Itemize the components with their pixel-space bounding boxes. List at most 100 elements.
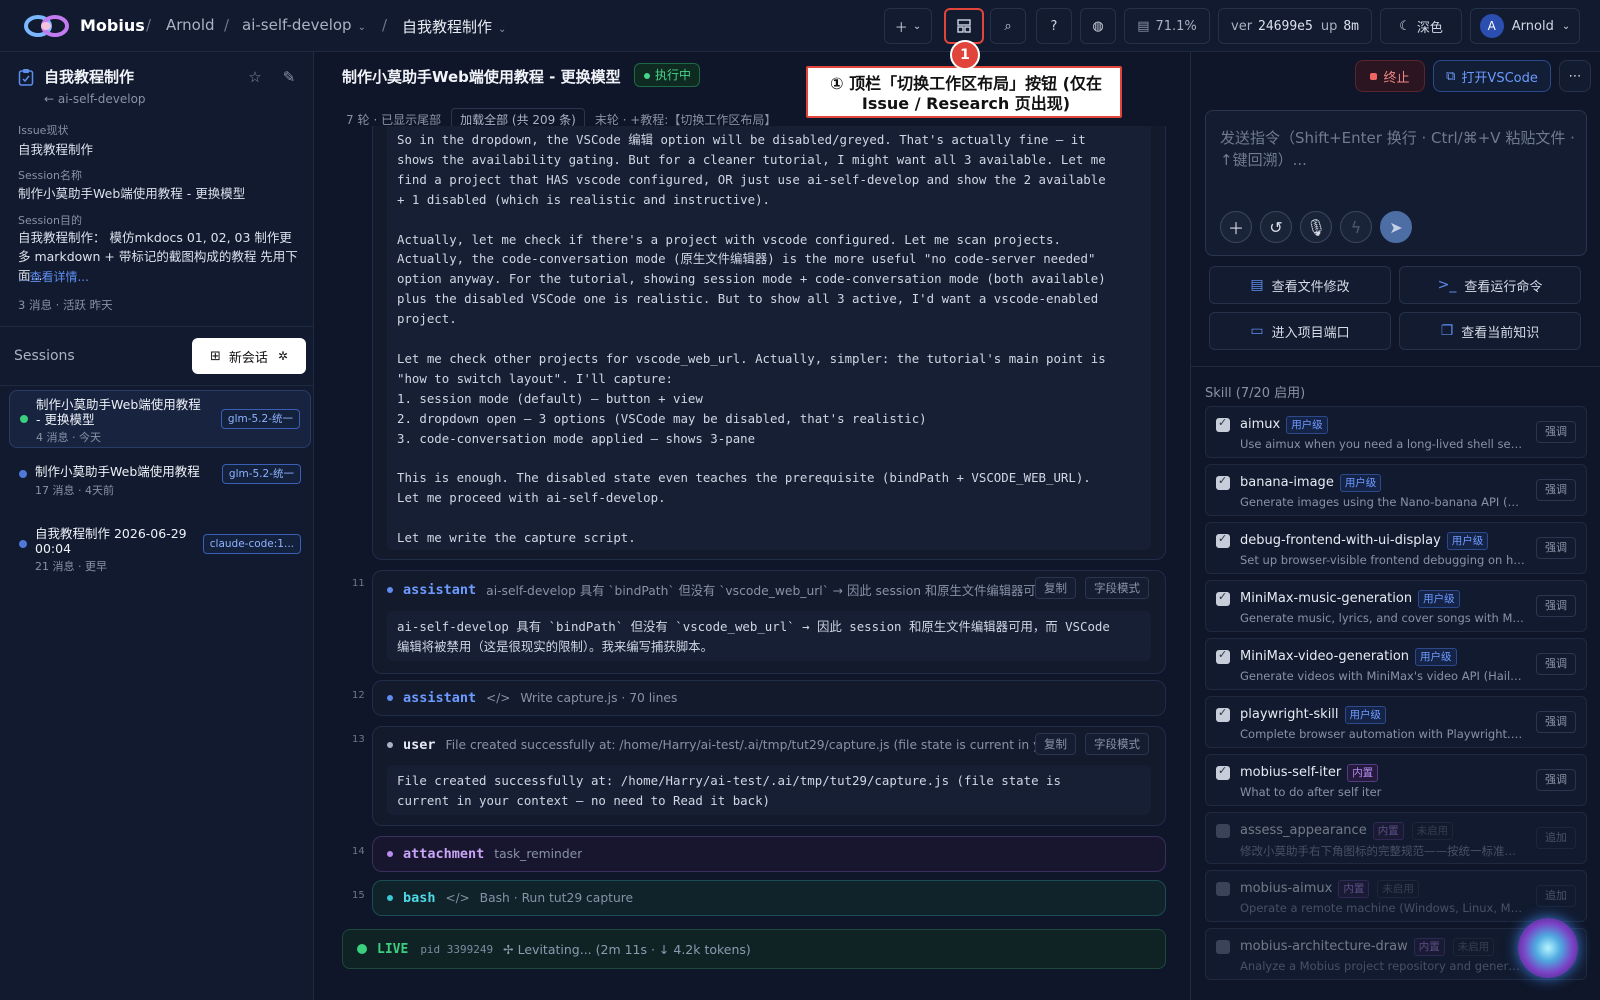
- mobius-logo-icon[interactable]: [24, 12, 70, 40]
- session-meta: 4 消息 · 今天: [36, 431, 101, 444]
- skill-description: Use aimux when you need a long-lived she…: [1240, 437, 1525, 451]
- github-button[interactable]: ◍: [1080, 8, 1116, 44]
- copy-button[interactable]: 复制: [1035, 733, 1076, 755]
- file-icon: ▤: [1250, 277, 1264, 293]
- skill-checkbox[interactable]: [1216, 706, 1230, 722]
- uptime-label: up: [1320, 18, 1338, 34]
- skill-name-row: mobius-architecture-draw 内置 未启用: [1240, 938, 1495, 956]
- skill-item[interactable]: assess_appearance 内置 未启用 修改小莫助手右下角图标的完整规范——…: [1205, 812, 1587, 864]
- breadcrumb-separator: /: [224, 16, 230, 34]
- skill-name: mobius-self-iter: [1240, 765, 1342, 780]
- session-status-dot: [19, 540, 27, 548]
- message-card[interactable]: assistant ai-self-develop 具有 `bindPath` 但…: [372, 570, 1166, 674]
- skill-item[interactable]: MiniMax-video-generation 用户级 Generate vide…: [1205, 638, 1587, 690]
- skill-item[interactable]: banana-image 用户级 Generate images using the…: [1205, 464, 1587, 516]
- message-card[interactable]: bash </> Bash · Run tut29 capture: [372, 880, 1166, 916]
- send-button[interactable]: ➤: [1380, 211, 1412, 243]
- quick-action-button[interactable]: ϟ: [1340, 211, 1372, 243]
- skill-checkbox[interactable]: [1216, 764, 1230, 780]
- brand-name[interactable]: Mobius: [80, 16, 145, 35]
- skill-item[interactable]: playwright-skill 用户级 Complete browser auto…: [1205, 696, 1587, 748]
- skill-checkbox[interactable]: [1216, 474, 1230, 490]
- user-menu-button[interactable]: A Arnold ⌄: [1470, 8, 1580, 44]
- skill-action-button[interactable]: 强调: [1536, 769, 1576, 791]
- skill-action-button[interactable]: 追加: [1536, 885, 1576, 907]
- message-10-body: So in the dropdown, the VSCode 编辑 option…: [372, 126, 1166, 560]
- message-card[interactable]: assistant </> Write capture.js · 70 lines: [372, 680, 1166, 716]
- session-item[interactable]: 自我教程制作 2026-06-29 00:04 21 消息 · 更早 claud…: [9, 524, 311, 574]
- breadcrumb-project-label: ai-self-develop: [242, 16, 352, 34]
- skill-action-button[interactable]: 强调: [1536, 479, 1576, 501]
- message-summary: Write capture.js · 70 lines: [520, 691, 678, 705]
- breadcrumb-user[interactable]: Arnold: [166, 16, 215, 34]
- stop-button[interactable]: 终止: [1355, 60, 1425, 92]
- open-vscode-button[interactable]: ⧉ 打开VSCode: [1433, 60, 1551, 92]
- star-icon[interactable]: ☆: [246, 68, 264, 86]
- skill-description: 修改小莫助手右下角图标的完整规范——按统一标准重...: [1240, 844, 1525, 858]
- skill-checkbox[interactable]: [1216, 882, 1230, 896]
- usage-indicator[interactable]: ▤ 71.1%: [1124, 8, 1210, 44]
- skill-checkbox[interactable]: [1216, 824, 1230, 838]
- breadcrumb-project[interactable]: ai-self-develop ⌄: [242, 16, 366, 34]
- more-options-button[interactable]: ⋯: [1559, 60, 1591, 92]
- message-card[interactable]: user File created successfully at: /home/…: [372, 726, 1166, 826]
- new-session-button[interactable]: ⊞ 新会话 ✲: [192, 338, 306, 374]
- skill-name: MiniMax-video-generation: [1240, 649, 1410, 664]
- skill-action-button[interactable]: 强调: [1536, 595, 1576, 617]
- skill-action-button[interactable]: 强调: [1536, 421, 1576, 443]
- view-knowledge-button[interactable]: ❐ 查看当前知识: [1399, 312, 1581, 350]
- view-commands-button[interactable]: >_ 查看运行命令: [1399, 266, 1581, 304]
- prompt-box[interactable]: 发送指令（Shift+Enter 换行 · Ctrl/⌘+V 粘贴文件 · ↑键…: [1205, 110, 1587, 256]
- switch-layout-button[interactable]: [944, 8, 984, 44]
- skill-checkbox[interactable]: [1216, 940, 1230, 954]
- attach-button[interactable]: ＋: [1220, 211, 1252, 243]
- skill-action-button[interactable]: 强调: [1536, 537, 1576, 559]
- view-details-link[interactable]: ...查看详情...: [18, 268, 89, 285]
- theme-label: 深色: [1416, 20, 1443, 36]
- message-card[interactable]: attachment task_reminder: [372, 836, 1166, 872]
- skill-item[interactable]: aimux 用户级 Use aimux when you need a long-l…: [1205, 406, 1587, 458]
- skill-name-row: aimux 用户级: [1240, 416, 1328, 434]
- status-badge: 执行中: [634, 63, 701, 87]
- breadcrumb-issue[interactable]: 自我教程制作 ⌄: [402, 16, 506, 37]
- issue-meta: 3 消息 · 活跃 昨天: [18, 298, 113, 312]
- assistant-orb-icon[interactable]: [1518, 918, 1578, 978]
- message-role: assistant: [403, 582, 477, 598]
- message-role: bash: [403, 890, 436, 906]
- back-to-project-link[interactable]: ← ai-self-develop: [44, 92, 146, 106]
- view-file-changes-button[interactable]: ▤ 查看文件修改: [1209, 266, 1391, 304]
- add-menu-button[interactable]: ＋ ⌄: [884, 8, 932, 44]
- skill-item[interactable]: mobius-aimux 内置 未启用 Operate a remote machin…: [1205, 870, 1587, 922]
- skill-checkbox[interactable]: [1216, 590, 1230, 606]
- role-dot: [387, 695, 393, 701]
- skill-item[interactable]: mobius-self-iter 内置 What to do after self …: [1205, 754, 1587, 806]
- skill-checkbox[interactable]: [1216, 416, 1230, 432]
- right-panel: 终止 ⧉ 打开VSCode ⋯ 发送指令（Shift+Enter 换行 · Ctr…: [1190, 52, 1600, 1000]
- skill-checkbox[interactable]: [1216, 532, 1230, 548]
- moon-icon: ☾: [1399, 18, 1411, 34]
- field-mode-button[interactable]: 字段模式: [1085, 577, 1149, 599]
- project-port-button[interactable]: ▭ 进入项目端口: [1209, 312, 1391, 350]
- skill-item[interactable]: debug-frontend-with-ui-display 用户级 Set up …: [1205, 522, 1587, 574]
- field-mode-button[interactable]: 字段模式: [1085, 733, 1149, 755]
- skill-action-button[interactable]: 强调: [1536, 653, 1576, 675]
- session-item[interactable]: 制作小莫助手Web端使用教程 17 消息 · 4天前 glm-5.2-统一: [9, 462, 311, 502]
- skill-checkbox[interactable]: [1216, 648, 1230, 664]
- skill-action-button[interactable]: 强调: [1536, 711, 1576, 733]
- send-icon: ➤: [1389, 217, 1403, 237]
- more-icon: ⋯: [1568, 68, 1582, 84]
- history-button[interactable]: ↺: [1260, 211, 1292, 243]
- prompt-input[interactable]: 发送指令（Shift+Enter 换行 · Ctrl/⌘+V 粘贴文件 · ↑键…: [1220, 127, 1576, 171]
- clipboard-icon: [18, 69, 34, 86]
- session-item[interactable]: 制作小莫助手Web端使用教程 - 更换模型 4 消息 · 今天 glm-5.2-…: [9, 390, 311, 448]
- skill-action-button[interactable]: 追加: [1536, 827, 1576, 849]
- copy-button[interactable]: 复制: [1035, 577, 1076, 599]
- microphone-icon: 🎙: [1305, 217, 1327, 237]
- edit-icon[interactable]: ✎: [280, 68, 298, 86]
- help-button[interactable]: ?: [1036, 8, 1072, 44]
- theme-toggle-button[interactable]: ☾ 深色: [1380, 8, 1462, 44]
- skill-item[interactable]: MiniMax-music-generation 用户级 Generate musi…: [1205, 580, 1587, 632]
- skill-name-row: MiniMax-music-generation 用户级: [1240, 590, 1460, 608]
- voice-button[interactable]: 🎙: [1300, 211, 1332, 243]
- search-button[interactable]: ⌕: [990, 8, 1026, 44]
